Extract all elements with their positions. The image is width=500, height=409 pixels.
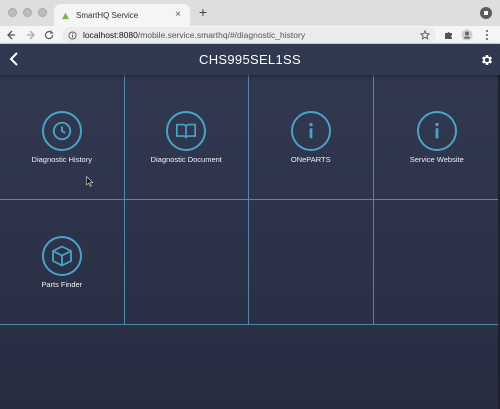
tile-label: Parts Finder	[41, 280, 83, 289]
tile-label: Diagnostic Document	[150, 155, 222, 164]
app-viewport: CHS995SEL1SS Diagnostic History Diagnost…	[0, 44, 500, 409]
empty-tile	[124, 200, 249, 325]
site-info-icon[interactable]	[68, 30, 77, 40]
minimize-window-button[interactable]	[23, 8, 32, 17]
back-nav-button[interactable]	[4, 28, 18, 42]
tab-title: SmartHQ Service	[76, 10, 139, 20]
url-text: localhost:8080/mobile.service.smarthq/#/…	[83, 30, 420, 40]
tile-parts-finder[interactable]: Parts Finder	[0, 200, 125, 325]
tile-label: Diagnostic History	[31, 155, 92, 164]
browser-titlebar: SmartHQ Service × +	[0, 0, 500, 26]
bookmark-star-icon[interactable]	[420, 30, 430, 40]
arrow-left-icon	[7, 30, 15, 40]
tile-diagnostic-history[interactable]: Diagnostic History	[0, 75, 125, 200]
browser-toolbar: localhost:8080/mobile.service.smarthq/#/…	[0, 26, 500, 44]
info-icon	[416, 111, 457, 151]
forward-nav-button[interactable]	[24, 28, 38, 42]
browser-menu-icon[interactable]	[480, 28, 494, 42]
window-controls	[8, 8, 47, 17]
mouse-cursor-icon	[86, 176, 94, 187]
browser-tab[interactable]: SmartHQ Service ×	[54, 4, 190, 26]
smarthq-favicon-icon	[60, 10, 70, 20]
extensions-puzzle-icon[interactable]	[442, 28, 456, 42]
new-tab-button[interactable]: +	[196, 5, 210, 19]
menu-grid: Diagnostic History Diagnostic Document O…	[0, 75, 500, 325]
page-title: CHS995SEL1SS	[199, 52, 301, 67]
tile-diagnostic-document[interactable]: Diagnostic Document	[124, 75, 249, 200]
tab-close-icon[interactable]: ×	[172, 10, 184, 20]
reload-icon	[44, 30, 54, 40]
arrow-right-icon	[27, 30, 35, 40]
tile-service-website[interactable]: Service Website	[373, 75, 500, 200]
clock-icon	[41, 111, 82, 151]
profile-avatar-icon[interactable]	[460, 28, 474, 42]
tile-label: ONePARTS	[290, 155, 331, 164]
empty-tile	[373, 200, 500, 325]
open-book-icon	[166, 111, 207, 151]
tile-oneparts[interactable]: ONePARTS	[249, 75, 374, 200]
url-path: /mobile.service.smarthq/#/diagnostic_his…	[137, 30, 306, 40]
address-bar[interactable]: localhost:8080/mobile.service.smarthq/#/…	[62, 27, 436, 43]
box-icon	[41, 236, 82, 276]
app-header: CHS995SEL1SS	[0, 44, 500, 75]
close-window-button[interactable]	[8, 8, 17, 17]
reload-button[interactable]	[42, 28, 56, 42]
gear-icon	[481, 54, 492, 65]
tile-label: Service Website	[409, 155, 464, 164]
info-icon	[290, 111, 331, 151]
extension-icon[interactable]	[480, 7, 492, 19]
empty-tile	[249, 200, 374, 325]
settings-button[interactable]	[479, 52, 494, 67]
maximize-window-button[interactable]	[38, 8, 47, 17]
url-host: localhost:8080	[83, 30, 138, 40]
